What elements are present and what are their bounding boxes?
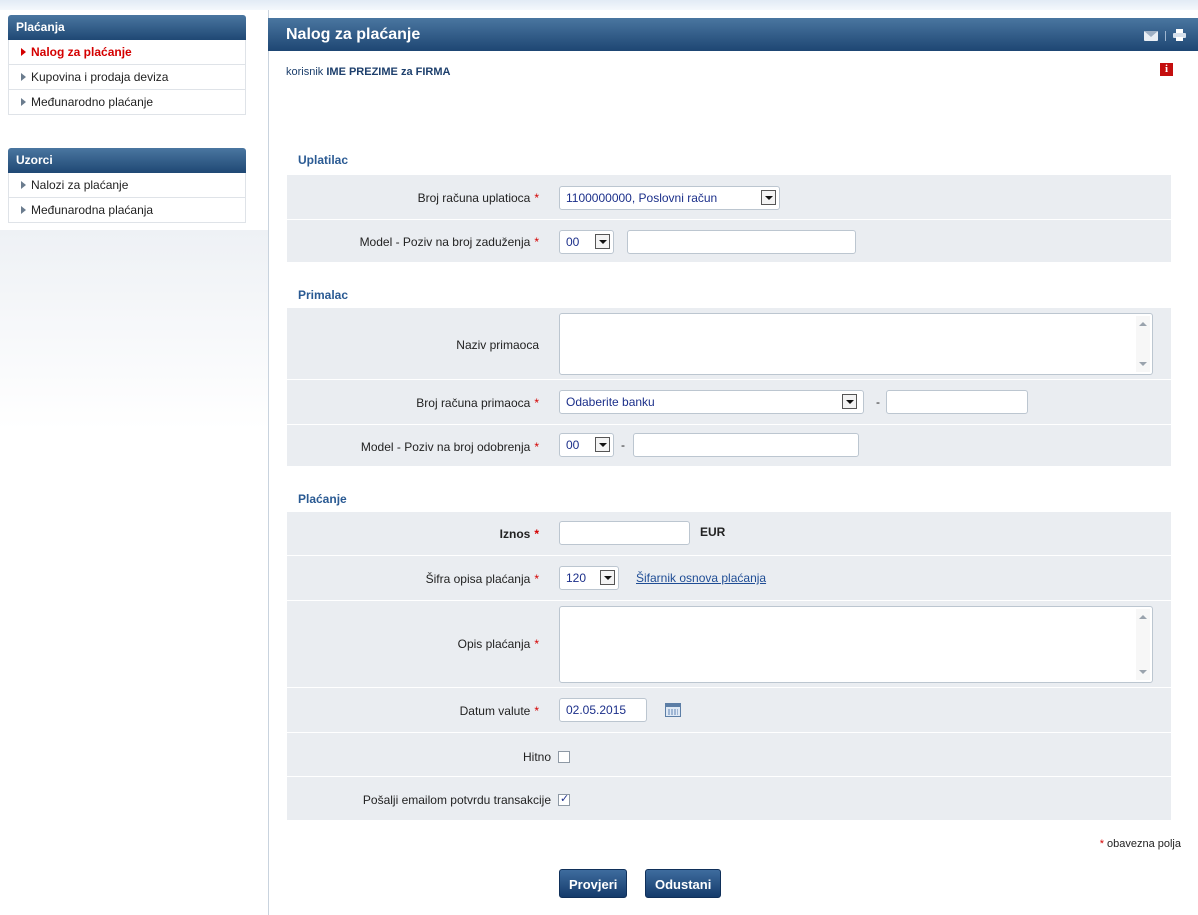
field-label: Naziv primaoca <box>456 338 539 352</box>
arrow-right-icon <box>21 180 26 189</box>
sidebar-section-title: Plaćanja <box>8 15 246 40</box>
credit-model-value: 00 <box>566 438 580 452</box>
recipient-account-row: Broj računa primaoca * Odaberite banku - <box>287 380 1171 425</box>
user-name: IME PREZIME <box>326 66 398 78</box>
check-button[interactable]: Provjeri <box>559 869 628 898</box>
field-label: Model - Poziv na broj zaduženja * <box>359 235 539 249</box>
urgent-checkbox[interactable] <box>558 751 570 763</box>
email-confirm-row: Pošalji emailom potvrdu transakcije <box>287 777 1171 821</box>
header-icons <box>1144 27 1186 43</box>
sidebar-fade <box>0 230 268 430</box>
debit-reference-input[interactable] <box>627 230 856 254</box>
sidebar-item-payment-order[interactable]: Nalog za plaćanje <box>8 40 246 65</box>
scrollbar[interactable] <box>1136 609 1150 680</box>
field-label: Broj računa primaoca * <box>416 396 539 410</box>
payer-account-select[interactable]: 1100000000, Poslovni račun <box>559 186 780 210</box>
sidebar-section-title: Uzorci <box>8 148 246 173</box>
field-label: Broj računa uplatioca * <box>417 191 539 205</box>
payment-code-row: Šifra opisa plaćanja * 120 Šifarnik osnov… <box>287 556 1171 601</box>
payer-account-row: Broj računa uplatioca * 1100000000, Poslo… <box>287 175 1171 220</box>
sidebar-item-label: Nalozi za plaćanje <box>31 178 129 192</box>
field-label: Iznos * <box>499 527 539 541</box>
amount-input[interactable] <box>559 521 690 545</box>
debit-model-row: Model - Poziv na broj zaduženja * 00 <box>287 220 1171 263</box>
mail-icon[interactable] <box>1144 31 1158 41</box>
sidebar-item-label: Nalog za plaćanje <box>31 45 132 59</box>
user-company: FIRMA <box>415 66 451 78</box>
arrow-right-icon <box>21 72 26 81</box>
divider <box>1165 31 1166 41</box>
section-title-payer: Uplatilac <box>298 153 349 167</box>
urgent-row: Hitno <box>287 733 1171 777</box>
arrow-right-icon <box>21 97 26 106</box>
chevron-down-icon <box>595 234 610 249</box>
email-confirm-checkbox[interactable] <box>558 792 570 806</box>
chevron-down-icon <box>761 190 776 205</box>
payment-codes-link[interactable]: Šifarnik osnova plaćanja <box>636 571 766 585</box>
user-prefix: korisnik <box>286 66 324 78</box>
description-textarea[interactable] <box>559 606 1153 683</box>
sidebar: Plaćanja Nalog za plaćanje Kupovina i pr… <box>0 10 269 915</box>
sidebar-section-payments: Plaćanja Nalog za plaćanje Kupovina i pr… <box>8 15 246 115</box>
dash: - <box>876 395 880 409</box>
print-icon[interactable] <box>1173 29 1186 41</box>
field-label: Model - Poziv na broj odobrenja * <box>360 440 539 454</box>
value-date-value: 02.05.2015 <box>566 703 627 717</box>
section-title-payment: Plaćanje <box>298 492 347 506</box>
debit-model-select[interactable]: 00 <box>559 230 614 254</box>
sidebar-item-currency-exchange[interactable]: Kupovina i prodaja deviza <box>8 65 246 90</box>
sidebar-section-templates: Uzorci Nalozi za plaćanje Međunarodna pl… <box>8 148 246 223</box>
recipient-account-input[interactable] <box>886 390 1028 414</box>
user-line: korisnik IME PREZIME za FIRMA <box>286 66 450 78</box>
calendar-icon[interactable] <box>665 703 681 717</box>
field-label: Opis plaćanja * <box>457 637 539 651</box>
amount-row: Iznos * EUR <box>287 512 1171 556</box>
credit-model-row: Model - Poziv na broj odobrenja * 00 - <box>287 425 1171 467</box>
sidebar-item-international-payment[interactable]: Međunarodno plaćanje <box>8 90 246 115</box>
bank-select-value: Odaberite banku <box>566 395 655 409</box>
arrow-right-icon <box>21 205 26 214</box>
page-title: Nalog za plaćanje <box>286 26 421 43</box>
dash: - <box>621 438 625 452</box>
section-title-recipient: Primalac <box>298 288 349 302</box>
user-middle: za <box>400 66 413 78</box>
sidebar-item-payment-templates[interactable]: Nalozi za plaćanje <box>8 173 246 198</box>
chevron-down-icon <box>595 437 610 452</box>
payment-code-value: 120 <box>566 571 587 585</box>
debit-model-value: 00 <box>566 235 580 249</box>
field-label: Hitno <box>522 750 551 764</box>
chevron-down-icon <box>842 394 857 409</box>
recipient-name-row: Naziv primaoca <box>287 308 1171 380</box>
sidebar-item-international-templates[interactable]: Međunarodna plaćanja <box>8 198 246 223</box>
description-row: Opis plaćanja * <box>287 601 1171 688</box>
currency-label: EUR <box>700 525 726 539</box>
top-strip <box>0 0 1198 10</box>
recipient-name-textarea[interactable] <box>559 313 1153 375</box>
payer-account-value: 1100000000, Poslovni račun <box>566 191 718 205</box>
field-label: Šifra opisa plaćanja * <box>425 572 539 586</box>
sidebar-item-label: Međunarodna plaćanja <box>31 203 154 217</box>
page-header: Nalog za plaćanje <box>268 18 1198 51</box>
field-label: Datum valute * <box>459 704 539 718</box>
chevron-down-icon <box>600 570 615 585</box>
required-note: * obavezna polja <box>1099 838 1181 850</box>
value-date-row: Datum valute * 02.05.2015 <box>287 688 1171 733</box>
info-icon[interactable]: i <box>1160 63 1173 76</box>
scrollbar[interactable] <box>1136 316 1150 372</box>
field-label: Pošalji emailom potvrdu transakcije <box>362 793 551 807</box>
credit-model-select[interactable]: 00 <box>559 433 614 457</box>
credit-reference-input[interactable] <box>633 433 859 457</box>
bank-select[interactable]: Odaberite banku <box>559 390 864 414</box>
sidebar-item-label: Međunarodno plaćanje <box>31 95 154 109</box>
cancel-button[interactable]: Odustani <box>645 869 722 898</box>
sidebar-item-label: Kupovina i prodaja deviza <box>31 70 169 84</box>
payment-code-select[interactable]: 120 <box>559 566 619 590</box>
value-date-input[interactable]: 02.05.2015 <box>559 698 647 722</box>
arrow-right-icon <box>21 47 26 56</box>
